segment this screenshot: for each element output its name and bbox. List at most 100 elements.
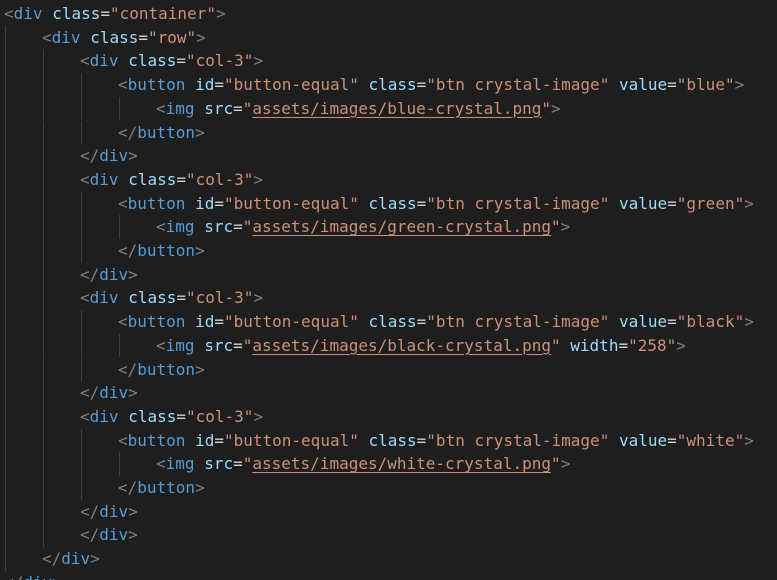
token-attribute-value: "btn crystal-image" bbox=[426, 312, 610, 332]
token-link[interactable]: assets/images/green-crystal.png bbox=[252, 217, 551, 236]
code-line[interactable]: </button> bbox=[0, 476, 777, 500]
code-line[interactable]: </div> bbox=[0, 144, 777, 168]
token-attribute-value: "col-3" bbox=[186, 169, 254, 189]
token-punctuation: > bbox=[253, 169, 264, 189]
code-line[interactable]: </div> bbox=[0, 381, 777, 405]
token-operator bbox=[609, 194, 619, 213]
code-line[interactable]: <div class="row"> bbox=[0, 25, 777, 50]
token-operator bbox=[81, 28, 91, 47]
token-tag-name: div bbox=[99, 264, 129, 284]
token-punctuation: </ bbox=[80, 264, 100, 284]
token-operator: = bbox=[667, 75, 677, 95]
indent-guide bbox=[119, 215, 120, 239]
indent-guide bbox=[5, 239, 6, 263]
token-punctuation: < bbox=[118, 430, 128, 450]
token-attribute-value: "green" bbox=[676, 193, 745, 213]
token-punctuation: > bbox=[52, 573, 62, 580]
code-line[interactable]: </div> bbox=[0, 547, 777, 571]
code-content: <div class="col-3"> bbox=[80, 49, 263, 73]
token-punctuation: > bbox=[128, 383, 138, 403]
token-tag-name: div bbox=[89, 288, 119, 308]
code-line[interactable]: <div class="container"> bbox=[0, 2, 777, 26]
token-punctuation: > bbox=[90, 549, 100, 569]
token-attribute-value: " bbox=[242, 335, 253, 355]
token-operator bbox=[185, 194, 195, 213]
token-operator bbox=[119, 170, 129, 189]
code-content: </div> bbox=[80, 263, 138, 287]
code-line[interactable]: <div class="col-3"> bbox=[0, 167, 777, 192]
token-link[interactable]: assets/images/blue-crystal.png bbox=[252, 99, 541, 118]
token-operator: = bbox=[618, 335, 629, 355]
code-content: </div> bbox=[4, 571, 62, 580]
token-punctuation: > bbox=[128, 525, 138, 545]
token-attribute-name: value bbox=[618, 430, 668, 450]
code-content: <div class="row"> bbox=[42, 26, 206, 50]
indent-guide bbox=[43, 215, 44, 239]
code-editor[interactable]: <div class="container"> <div class="row">… bbox=[0, 0, 777, 580]
token-punctuation: < bbox=[156, 217, 166, 237]
code-line[interactable]: </button> bbox=[0, 239, 777, 263]
token-punctuation: </ bbox=[118, 241, 138, 260]
token-operator bbox=[195, 336, 205, 355]
token-operator: = bbox=[667, 193, 677, 213]
code-line[interactable]: <img src="assets/images/black-crystal.pn… bbox=[0, 333, 777, 358]
token-operator bbox=[609, 75, 619, 94]
code-line[interactable]: </button> bbox=[0, 120, 777, 145]
token-attribute-value: " bbox=[242, 98, 253, 118]
code-line[interactable]: </button> bbox=[0, 357, 777, 382]
token-attribute-name: id bbox=[195, 75, 215, 95]
token-attribute-value: " bbox=[551, 335, 561, 355]
token-punctuation: < bbox=[80, 406, 90, 426]
token-link[interactable]: assets/images/black-crystal.png bbox=[252, 336, 551, 355]
indent-guide bbox=[43, 49, 44, 74]
code-line[interactable]: <button id="button-equal" class="btn cry… bbox=[0, 428, 777, 453]
indent-guide bbox=[5, 262, 6, 287]
code-line[interactable]: <button id="button-equal" class="btn cry… bbox=[0, 73, 777, 97]
indent-guide bbox=[5, 191, 6, 216]
code-line[interactable]: </div> bbox=[0, 571, 777, 580]
token-attribute-name: class bbox=[90, 27, 139, 47]
token-attribute-name: class bbox=[128, 169, 177, 189]
code-line[interactable]: </div> bbox=[0, 262, 777, 287]
indent-guide bbox=[81, 476, 82, 500]
indent-guide bbox=[43, 381, 44, 405]
code-line[interactable]: <img src="assets/images/green-crystal.pn… bbox=[0, 215, 777, 239]
code-line[interactable]: </div> bbox=[0, 523, 777, 548]
code-line[interactable]: <button id="button-equal" class="btn cry… bbox=[0, 191, 777, 216]
token-tag-name: div bbox=[61, 549, 91, 569]
token-tag-name: div bbox=[23, 573, 52, 580]
token-attribute-name: src bbox=[204, 454, 234, 474]
code-content: <button id="button-equal" class="btn cry… bbox=[118, 192, 754, 216]
indent-guide bbox=[81, 452, 82, 476]
code-line[interactable]: <div class="col-3"> bbox=[0, 404, 777, 429]
code-content: <div class="col-3"> bbox=[80, 286, 263, 310]
token-tag-name: button bbox=[137, 122, 196, 142]
code-line[interactable]: <img src="assets/images/blue-crystal.png… bbox=[0, 96, 777, 121]
code-line[interactable]: <img src="assets/images/white-crystal.pn… bbox=[0, 452, 777, 476]
code-line[interactable]: </div> bbox=[0, 499, 777, 524]
token-operator bbox=[195, 99, 205, 118]
token-attribute-value: "button-equal" bbox=[223, 75, 359, 95]
token-operator bbox=[119, 288, 129, 307]
indent-guide bbox=[43, 286, 44, 311]
token-punctuation: < bbox=[118, 312, 128, 332]
code-content: <div class="container"> bbox=[4, 2, 226, 26]
code-content: <div class="col-3"> bbox=[80, 405, 263, 429]
token-operator bbox=[43, 4, 53, 23]
indent-guide bbox=[5, 404, 6, 429]
token-tag-name: button bbox=[127, 312, 186, 332]
token-link[interactable]: assets/images/white-crystal.png bbox=[252, 454, 551, 473]
token-punctuation: > bbox=[195, 241, 205, 260]
token-attribute-value: " bbox=[541, 98, 551, 118]
indent-guide bbox=[43, 476, 44, 500]
token-attribute-value: "btn crystal-image" bbox=[426, 430, 610, 450]
indent-guide bbox=[5, 215, 6, 239]
code-content: <img src="assets/images/green-crystal.pn… bbox=[156, 215, 570, 239]
code-line[interactable]: <div class="col-3"> bbox=[0, 49, 777, 74]
token-operator bbox=[185, 75, 195, 94]
token-attribute-value: "button-equal" bbox=[223, 312, 359, 332]
token-attribute-name: value bbox=[618, 75, 668, 95]
token-punctuation: < bbox=[42, 27, 52, 47]
code-line[interactable]: <div class="col-3"> bbox=[0, 286, 777, 311]
code-line[interactable]: <button id="button-equal" class="btn cry… bbox=[0, 310, 777, 334]
